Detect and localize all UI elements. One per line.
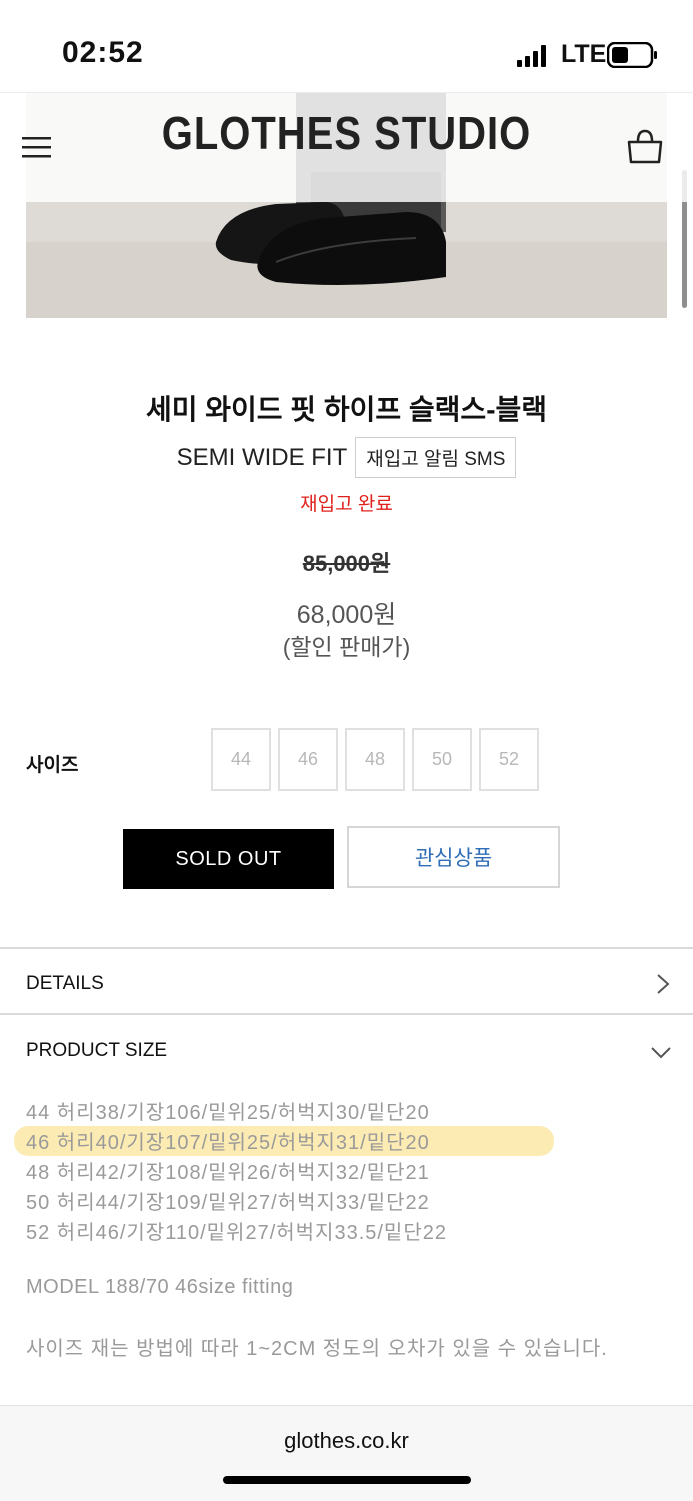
battery-icon xyxy=(607,42,657,68)
size-chart-row: 52 허리46/기장110/밑위27/허벅지33.5/밑단22 xyxy=(26,1222,447,1244)
product-size-accordion[interactable]: PRODUCT SIZE xyxy=(26,1040,167,1062)
subtitle-row: SEMI WIDE FIT 재입고 알림 SMS xyxy=(0,437,693,478)
size-option-48[interactable]: 48 xyxy=(345,728,405,791)
url-text[interactable]: glothes.co.kr xyxy=(0,1428,693,1454)
model-fit-note: MODEL 188/70 46size fitting xyxy=(26,1276,294,1298)
sale-price: 68,000원 xyxy=(296,601,397,629)
status-bar: 02:52 LTE xyxy=(0,0,693,93)
sale-price-note: (할인 판매가) xyxy=(282,634,411,660)
size-notice: 사이즈 재는 방법에 따라 1~2CM 정도의 오차가 있을 수 있습니다. xyxy=(26,1338,608,1360)
product-subtitle: SEMI WIDE FIT xyxy=(176,443,348,471)
home-indicator[interactable] xyxy=(223,1476,471,1484)
size-label: 사이즈 xyxy=(26,755,79,776)
restock-status: 재입고 완료 xyxy=(300,494,393,515)
size-chart-row: 46 허리40/기장107/밑위25/허벅지31/밑단20 xyxy=(26,1132,430,1154)
sold-out-button[interactable]: SOLD OUT xyxy=(123,829,334,889)
signal-icon xyxy=(517,45,546,67)
divider xyxy=(0,947,693,949)
chevron-down-icon[interactable] xyxy=(650,1046,672,1060)
divider xyxy=(0,1013,693,1015)
original-price: 85,000원 xyxy=(302,551,391,576)
product-title: 세미 와이드 핏 하이프 슬랙스-블랙 xyxy=(145,394,548,425)
brand-logo[interactable]: GLOTHES STUDIO xyxy=(0,109,693,161)
chevron-right-icon[interactable] xyxy=(656,973,670,995)
shopping-bag-icon[interactable] xyxy=(626,128,664,164)
status-time: 02:52 xyxy=(62,36,144,69)
details-accordion[interactable]: DETAILS xyxy=(26,973,104,995)
wishlist-button[interactable]: 관심상품 xyxy=(347,826,560,888)
size-chart-row: 50 허리44/기장109/밑위27/허벅지33/밑단22 xyxy=(26,1192,430,1214)
size-chart-row: 48 허리42/기장108/밑위26/허벅지32/밑단21 xyxy=(26,1162,430,1184)
size-options: 44 46 48 50 52 xyxy=(211,728,539,791)
size-option-44[interactable]: 44 xyxy=(211,728,271,791)
restock-sms-button[interactable]: 재입고 알림 SMS xyxy=(355,437,517,478)
size-chart: 44 허리38/기장106/밑위25/허벅지30/밑단20 46 허리40/기장… xyxy=(26,1098,666,1248)
size-option-52[interactable]: 52 xyxy=(479,728,539,791)
size-option-50[interactable]: 50 xyxy=(412,728,472,791)
size-option-46[interactable]: 46 xyxy=(278,728,338,791)
network-label: LTE xyxy=(561,40,607,68)
size-chart-row: 44 허리38/기장106/밑위25/허벅지30/밑단20 xyxy=(26,1102,430,1124)
